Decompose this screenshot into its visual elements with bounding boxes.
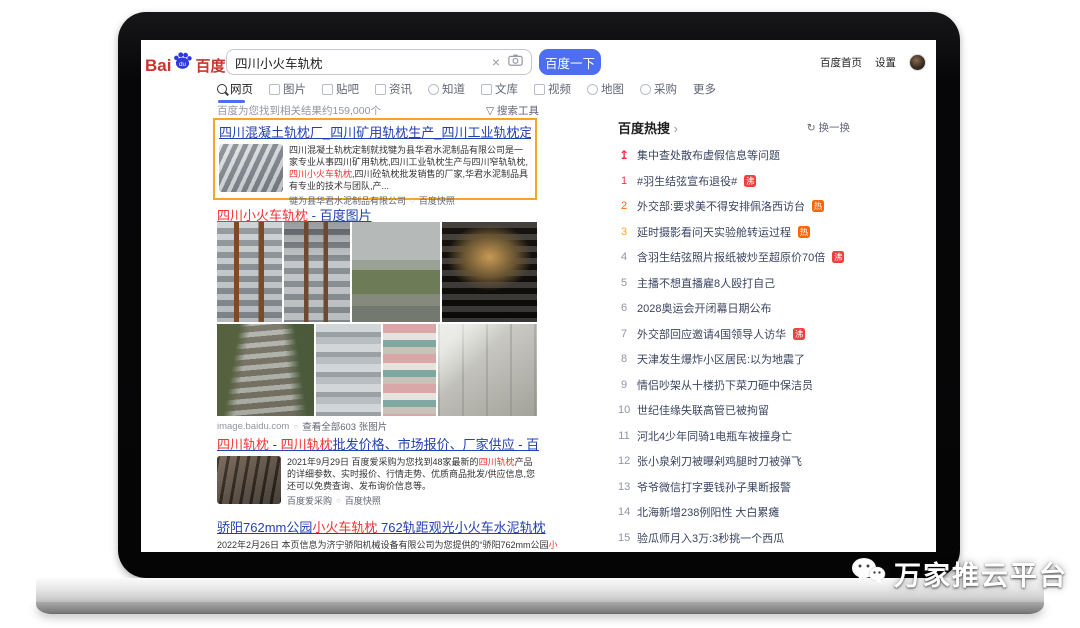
tab-caigou[interactable]: 采购: [640, 81, 677, 97]
news-icon: [375, 84, 386, 95]
browser-viewport: Bai du 百度 四川小火车轨枕 × 百度一下 百度首页 设置 网页: [141, 40, 936, 552]
image-thumbnail[interactable]: [442, 222, 537, 322]
result-3-title[interactable]: 骄阳762mm公园小火车轨枕 762轨距观光小火车水泥轨枕: [217, 517, 557, 536]
laptop-base-edge: [36, 602, 1044, 614]
hot-item[interactable]: 14北海新增238例阳性 大白累瘫: [618, 504, 850, 520]
search-tools-button[interactable]: ▽ 搜索工具: [486, 103, 539, 118]
image-results-grid: [217, 222, 539, 416]
hot-item[interactable]: 12张小泉剁刀被曝剁鸡腿时刀被弹飞: [618, 453, 850, 469]
zhidao-icon: [428, 84, 439, 95]
image-thumbnail[interactable]: [217, 222, 282, 322]
tieba-icon: [322, 84, 333, 95]
hot-item[interactable]: 10世纪佳缘失联高管已被拘留: [618, 402, 850, 418]
baidu-logo-chinese: 百度: [195, 55, 225, 76]
result-1-snippet: 四川混凝土轨枕定制就找犍为县华君水泥制品有限公司是一家专业从事四川矿用轨枕,四川…: [289, 144, 531, 192]
result-1-cache-link[interactable]: 百度快照: [419, 194, 455, 207]
hot-item[interactable]: 1#羽生结弦宣布退役#沸: [618, 173, 850, 189]
wechat-icon: [850, 555, 886, 592]
badge-boil: 沸: [832, 251, 844, 263]
tab-video[interactable]: 视频: [534, 81, 571, 97]
image-thumbnail[interactable]: [438, 324, 537, 416]
video-icon: [534, 84, 545, 95]
hot-item[interactable]: 15验瓜师月入3万:3秒挑一个西瓜: [618, 530, 850, 546]
tab-wenku[interactable]: 文库: [481, 81, 518, 97]
result-2-thumbnail[interactable]: [217, 456, 281, 504]
result-1-thumbnail[interactable]: [219, 144, 283, 192]
image-source-site: image.baidu.com: [217, 421, 289, 432]
hot-item[interactable]: 4含羽生结弦照片报纸被炒至超原价70倍沸: [618, 249, 850, 265]
baidu-logo[interactable]: Bai du 百度: [145, 50, 225, 76]
hot-item[interactable]: 11河北4少年同骑1电瓶车被撞身亡: [618, 428, 850, 444]
badge-boil: 沸: [793, 328, 805, 340]
search-tabs: 网页 图片 贴吧 资讯 知道 文库 视频 地图 采购 更多: [217, 81, 716, 97]
map-icon: [587, 84, 598, 95]
refresh-button[interactable]: ↻换一换: [807, 120, 850, 135]
result-2: 四川轨枕 - 四川轨枕批发价格、市场报价、厂家供应 - 百度... 2021年9…: [217, 434, 539, 507]
settings-link[interactable]: 设置: [875, 55, 896, 70]
hot-item[interactable]: 9情侣吵架从十楼扔下菜刀砸中保洁员: [618, 377, 850, 393]
image-thumbnail[interactable]: [284, 222, 350, 322]
image-thumbnail[interactable]: [383, 324, 436, 416]
baidu-home-link[interactable]: 百度首页: [820, 55, 862, 70]
search-query-text[interactable]: 四川小火车轨枕: [235, 53, 492, 72]
search-button[interactable]: 百度一下: [539, 49, 601, 75]
chevron-right-icon: ›: [674, 121, 678, 136]
results-count: 百度为您找到相关结果约159,000个: [217, 103, 381, 118]
baidu-dot-icon: ○: [410, 196, 415, 205]
refresh-icon: ↻: [807, 122, 816, 134]
hot-item[interactable]: 13爷爷微信打字要钱孙子果断报警: [618, 479, 850, 495]
wenku-icon: [481, 84, 492, 95]
hot-item[interactable]: 62028奥运会开闭幕日期公布: [618, 300, 850, 316]
tab-tieba[interactable]: 贴吧: [322, 81, 359, 97]
tab-news[interactable]: 资讯: [375, 81, 412, 97]
tab-more[interactable]: 更多: [693, 81, 716, 97]
result-3-snippet: 2022年2月26日 本页信息为济宁骄阳机械设备有限公司为您提供的“骄阳762m…: [217, 539, 557, 551]
result-2-cache-link[interactable]: 百度快照: [345, 494, 381, 507]
avatar[interactable]: [909, 54, 926, 71]
view-all-images-link[interactable]: 查看全部603 张图片: [302, 419, 387, 433]
search-input[interactable]: 四川小火车轨枕 ×: [226, 49, 532, 75]
hot-item[interactable]: 5主播不想直播雇8人殴打自己: [618, 275, 850, 291]
badge-boil: 沸: [744, 175, 756, 187]
hot-item[interactable]: 7外交部回应邀请4国领导人访华沸: [618, 326, 850, 342]
hot-search-panel: 百度热搜 › ↻换一换 ↥集中查处散布虚假信息等问题 1#羽生结弦宣布退役#沸 …: [618, 118, 850, 546]
search-icon: [217, 84, 227, 94]
camera-icon[interactable]: [508, 53, 523, 71]
result-1-highlight-box: 四川混凝土轨枕厂_四川矿用轨枕生产_四川工业轨枕定制-犍... 四川混凝土轨枕定…: [213, 118, 537, 200]
result-2-title[interactable]: 四川轨枕 - 四川轨枕批发价格、市场报价、厂家供应 - 百度...: [217, 434, 539, 453]
baidu-dot-icon: ○: [336, 496, 341, 505]
hot-search-list: ↥集中查处散布虚假信息等问题 1#羽生结弦宣布退役#沸 2外交部:要求美不得安排…: [618, 147, 850, 546]
hot-item[interactable]: 2外交部:要求美不得安排佩洛西访台热: [618, 198, 850, 214]
hot-item-top[interactable]: ↥集中查处散布虚假信息等问题: [618, 147, 850, 163]
baidu-logo-text: Bai: [145, 56, 171, 76]
baidu-dot-icon: ○: [293, 422, 298, 431]
result-2-snippet: 2021年9月29日 百度爱采购为您找到48家最新的四川轨枕产品的详细参数、实时…: [287, 456, 539, 492]
clear-icon[interactable]: ×: [492, 54, 500, 70]
image-thumbnail[interactable]: [316, 324, 381, 416]
result-1-title[interactable]: 四川混凝土轨枕厂_四川矿用轨枕生产_四川工业轨枕定制-犍...: [219, 122, 531, 141]
baidu-paw-icon: du: [172, 50, 193, 76]
badge-hot: 热: [798, 226, 810, 238]
svg-text:du: du: [180, 61, 187, 68]
image-thumbnail[interactable]: [352, 222, 440, 322]
watermark-text: 万家推云平台: [894, 554, 1068, 593]
hot-item[interactable]: 8天津发生爆炸小区居民:以为地震了: [618, 351, 850, 367]
result-2-source: 百度爱采购: [287, 494, 332, 507]
tab-images[interactable]: 图片: [269, 81, 306, 97]
image-thumbnail[interactable]: [217, 324, 314, 416]
funnel-icon: ▽: [486, 105, 494, 117]
result-3: 骄阳762mm公园小火车轨枕 762轨距观光小火车水泥轨枕 2022年2月26日…: [217, 517, 557, 551]
tab-web[interactable]: 网页: [217, 81, 253, 97]
badge-hot: 热: [812, 200, 824, 212]
purchase-icon: [640, 84, 651, 95]
tab-zhidao[interactable]: 知道: [428, 81, 465, 97]
tab-maps[interactable]: 地图: [587, 81, 624, 97]
hot-item[interactable]: 3延时摄影看问天实验舱转运过程热: [618, 224, 850, 240]
hot-search-title[interactable]: 百度热搜 ›: [618, 118, 678, 137]
top-pin-icon: ↥: [618, 148, 630, 162]
image-icon: [269, 84, 280, 95]
watermark: 万家推云平台: [850, 554, 1068, 593]
